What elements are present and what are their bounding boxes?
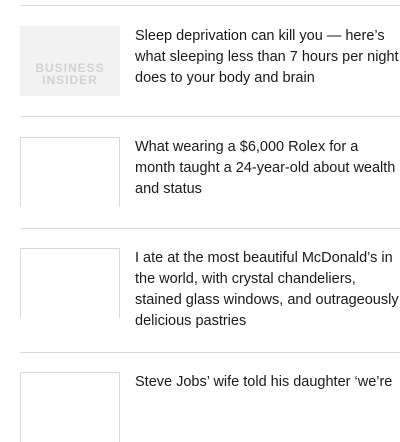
- divider: [20, 352, 400, 353]
- business-insider-logo: BUSINESS INSIDER: [35, 61, 105, 87]
- article-headline[interactable]: Steve Jobs’ wife told his daughter ‘we’r…: [135, 372, 400, 393]
- article-item[interactable]: I ate at the most beautiful McDonald’s i…: [20, 248, 400, 338]
- article-headline[interactable]: Sleep deprivation can kill you — here’s …: [135, 26, 400, 89]
- article-item[interactable]: What wearing a $6,000 Rolex for a month …: [20, 137, 400, 212]
- divider: [20, 116, 400, 117]
- article-headline[interactable]: What wearing a $6,000 Rolex for a month …: [135, 137, 400, 200]
- divider: [20, 5, 400, 6]
- article-thumbnail[interactable]: BUSINESS INSIDER: [20, 26, 120, 96]
- article-thumbnail[interactable]: [20, 248, 120, 318]
- article-thumbnail[interactable]: [20, 137, 120, 207]
- article-item[interactable]: Steve Jobs’ wife told his daughter ‘we’r…: [20, 372, 400, 442]
- divider: [20, 228, 400, 229]
- article-thumbnail[interactable]: [20, 372, 120, 442]
- article-item[interactable]: BUSINESS INSIDER Sleep deprivation can k…: [20, 26, 400, 101]
- article-headline[interactable]: I ate at the most beautiful McDonald’s i…: [135, 248, 400, 332]
